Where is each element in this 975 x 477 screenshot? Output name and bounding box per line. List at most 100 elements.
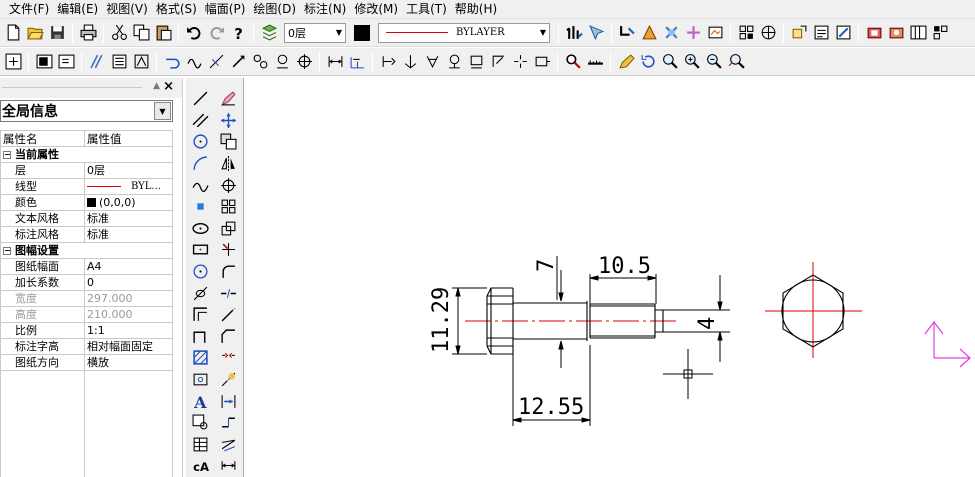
drawing-canvas[interactable]: 11.29 7 10.5 4 12.55 [245, 78, 975, 477]
tool-e-button[interactable] [704, 22, 726, 44]
panel-grip[interactable] [2, 87, 142, 88]
table-button[interactable] [190, 434, 212, 456]
break-point-button[interactable] [218, 412, 240, 434]
block-button[interactable] [190, 412, 212, 434]
draw-a-button[interactable] [161, 51, 183, 73]
tool-n-button[interactable] [929, 22, 951, 44]
table-row[interactable]: 图纸幅面 A4 [0, 258, 173, 275]
view-e-button[interactable] [130, 51, 152, 73]
dim-h-button[interactable] [487, 51, 509, 73]
menu-draw[interactable]: 绘图(D) [250, 1, 299, 18]
property-value[interactable]: 0 [84, 274, 173, 291]
tool-c-button[interactable] [660, 22, 682, 44]
draw-g-button[interactable] [293, 51, 315, 73]
image-button[interactable] [190, 369, 212, 391]
redo-button[interactable] [205, 22, 227, 44]
draw-c-button[interactable] [205, 51, 227, 73]
dim-g-button[interactable] [465, 51, 487, 73]
query-a-button[interactable] [562, 51, 584, 73]
view-d-button[interactable] [108, 51, 130, 73]
rectangle-button[interactable] [190, 239, 212, 261]
menu-dimension[interactable]: 标注(N) [301, 1, 349, 18]
text-edit-button[interactable]: cA [190, 455, 212, 477]
dim-f-button[interactable] [443, 51, 465, 73]
tool-k-button[interactable] [863, 22, 885, 44]
property-value-cell[interactable]: (0,0,0) [84, 194, 173, 211]
menu-edit[interactable]: 编辑(E) [54, 1, 101, 18]
copy-button[interactable] [130, 22, 152, 44]
print-button[interactable] [77, 22, 99, 44]
point-button[interactable] [190, 196, 212, 218]
offset-button[interactable] [218, 434, 240, 456]
tool-a-button[interactable] [616, 22, 638, 44]
view-redraw-button[interactable] [637, 51, 659, 73]
array-button[interactable] [218, 196, 240, 218]
table-row[interactable]: 颜色 (0,0,0) [0, 194, 173, 211]
polyline-button[interactable] [190, 326, 212, 348]
mirror-button[interactable] [218, 153, 240, 175]
tool-b-button[interactable] [638, 22, 660, 44]
tool-i-button[interactable] [810, 22, 832, 44]
dim-i-button[interactable] [509, 51, 531, 73]
tool-pointer-button[interactable] [585, 22, 607, 44]
property-value[interactable]: 标准 [84, 226, 173, 243]
open-file-button[interactable] [24, 22, 46, 44]
move-button[interactable] [218, 110, 240, 132]
layer-select[interactable]: 0层 ▼ [284, 22, 346, 43]
collapse-icon[interactable]: − [3, 150, 11, 159]
polygon-button[interactable] [190, 261, 212, 283]
linetype-select[interactable]: BYLAYER ▼ [378, 22, 550, 43]
dimension-edit-button[interactable] [218, 455, 240, 477]
property-value[interactable]: 相对幅面固定 [84, 338, 173, 355]
tool-h-button[interactable] [788, 22, 810, 44]
explode-button[interactable] [218, 369, 240, 391]
layer-manager-button[interactable] [258, 22, 280, 44]
view-pencil-button[interactable] [615, 51, 637, 73]
dim-c-button[interactable] [377, 51, 399, 73]
fillet-button[interactable] [218, 261, 240, 283]
dim-d-button[interactable] [399, 51, 421, 73]
scale-button[interactable] [218, 218, 240, 240]
pin-icon[interactable]: ▲ [153, 81, 160, 91]
zoom-window-button[interactable] [659, 51, 681, 73]
circle-button[interactable] [190, 131, 212, 153]
table-row[interactable]: 线型 BYL... [0, 178, 173, 195]
align-button[interactable] [218, 390, 240, 412]
property-value[interactable]: 1:1 [84, 322, 173, 339]
menu-format[interactable]: 格式(S) [153, 1, 200, 18]
zoom-extents-button[interactable] [2, 51, 24, 73]
draw-e-button[interactable] [249, 51, 271, 73]
draw-f-button[interactable] [271, 51, 293, 73]
view-a-button[interactable] [33, 51, 55, 73]
tool-m-button[interactable] [907, 22, 929, 44]
help-button[interactable]: ? [227, 22, 249, 44]
property-value[interactable]: A4 [84, 258, 173, 275]
draw-b-button[interactable] [183, 51, 205, 73]
tool-j-button[interactable] [832, 22, 854, 44]
view-b-button[interactable] [55, 51, 77, 73]
break-button[interactable] [218, 282, 240, 304]
extend-button[interactable] [218, 304, 240, 326]
erase-button[interactable] [218, 88, 240, 110]
parallel-line-button[interactable] [190, 110, 212, 132]
tool-g-button[interactable] [757, 22, 779, 44]
dim-j-button[interactable] [531, 51, 553, 73]
query-b-button[interactable] [584, 51, 606, 73]
draw-d-button[interactable] [227, 51, 249, 73]
menu-help[interactable]: 帮助(H) [452, 1, 500, 18]
stretch-button[interactable] [218, 347, 240, 369]
table-row[interactable]: 文本风格 标准 [0, 210, 173, 227]
property-value[interactable]: 0层 [84, 162, 173, 179]
menu-view[interactable]: 视图(V) [103, 1, 151, 18]
menu-modify[interactable]: 修改(M) [351, 1, 401, 18]
arc-button[interactable] [190, 153, 212, 175]
table-row[interactable]: 加长系数 0 [0, 274, 173, 291]
group-current-row[interactable]: − 当前属性 [0, 146, 173, 163]
undo-button[interactable] [183, 22, 205, 44]
menu-tools[interactable]: 工具(T) [403, 1, 450, 18]
paste-button[interactable] [152, 22, 174, 44]
collapse-icon[interactable]: − [3, 246, 11, 255]
rotate-button[interactable] [218, 174, 240, 196]
table-row[interactable]: 层 0层 [0, 162, 173, 179]
tool-arrow-button[interactable] [563, 22, 585, 44]
